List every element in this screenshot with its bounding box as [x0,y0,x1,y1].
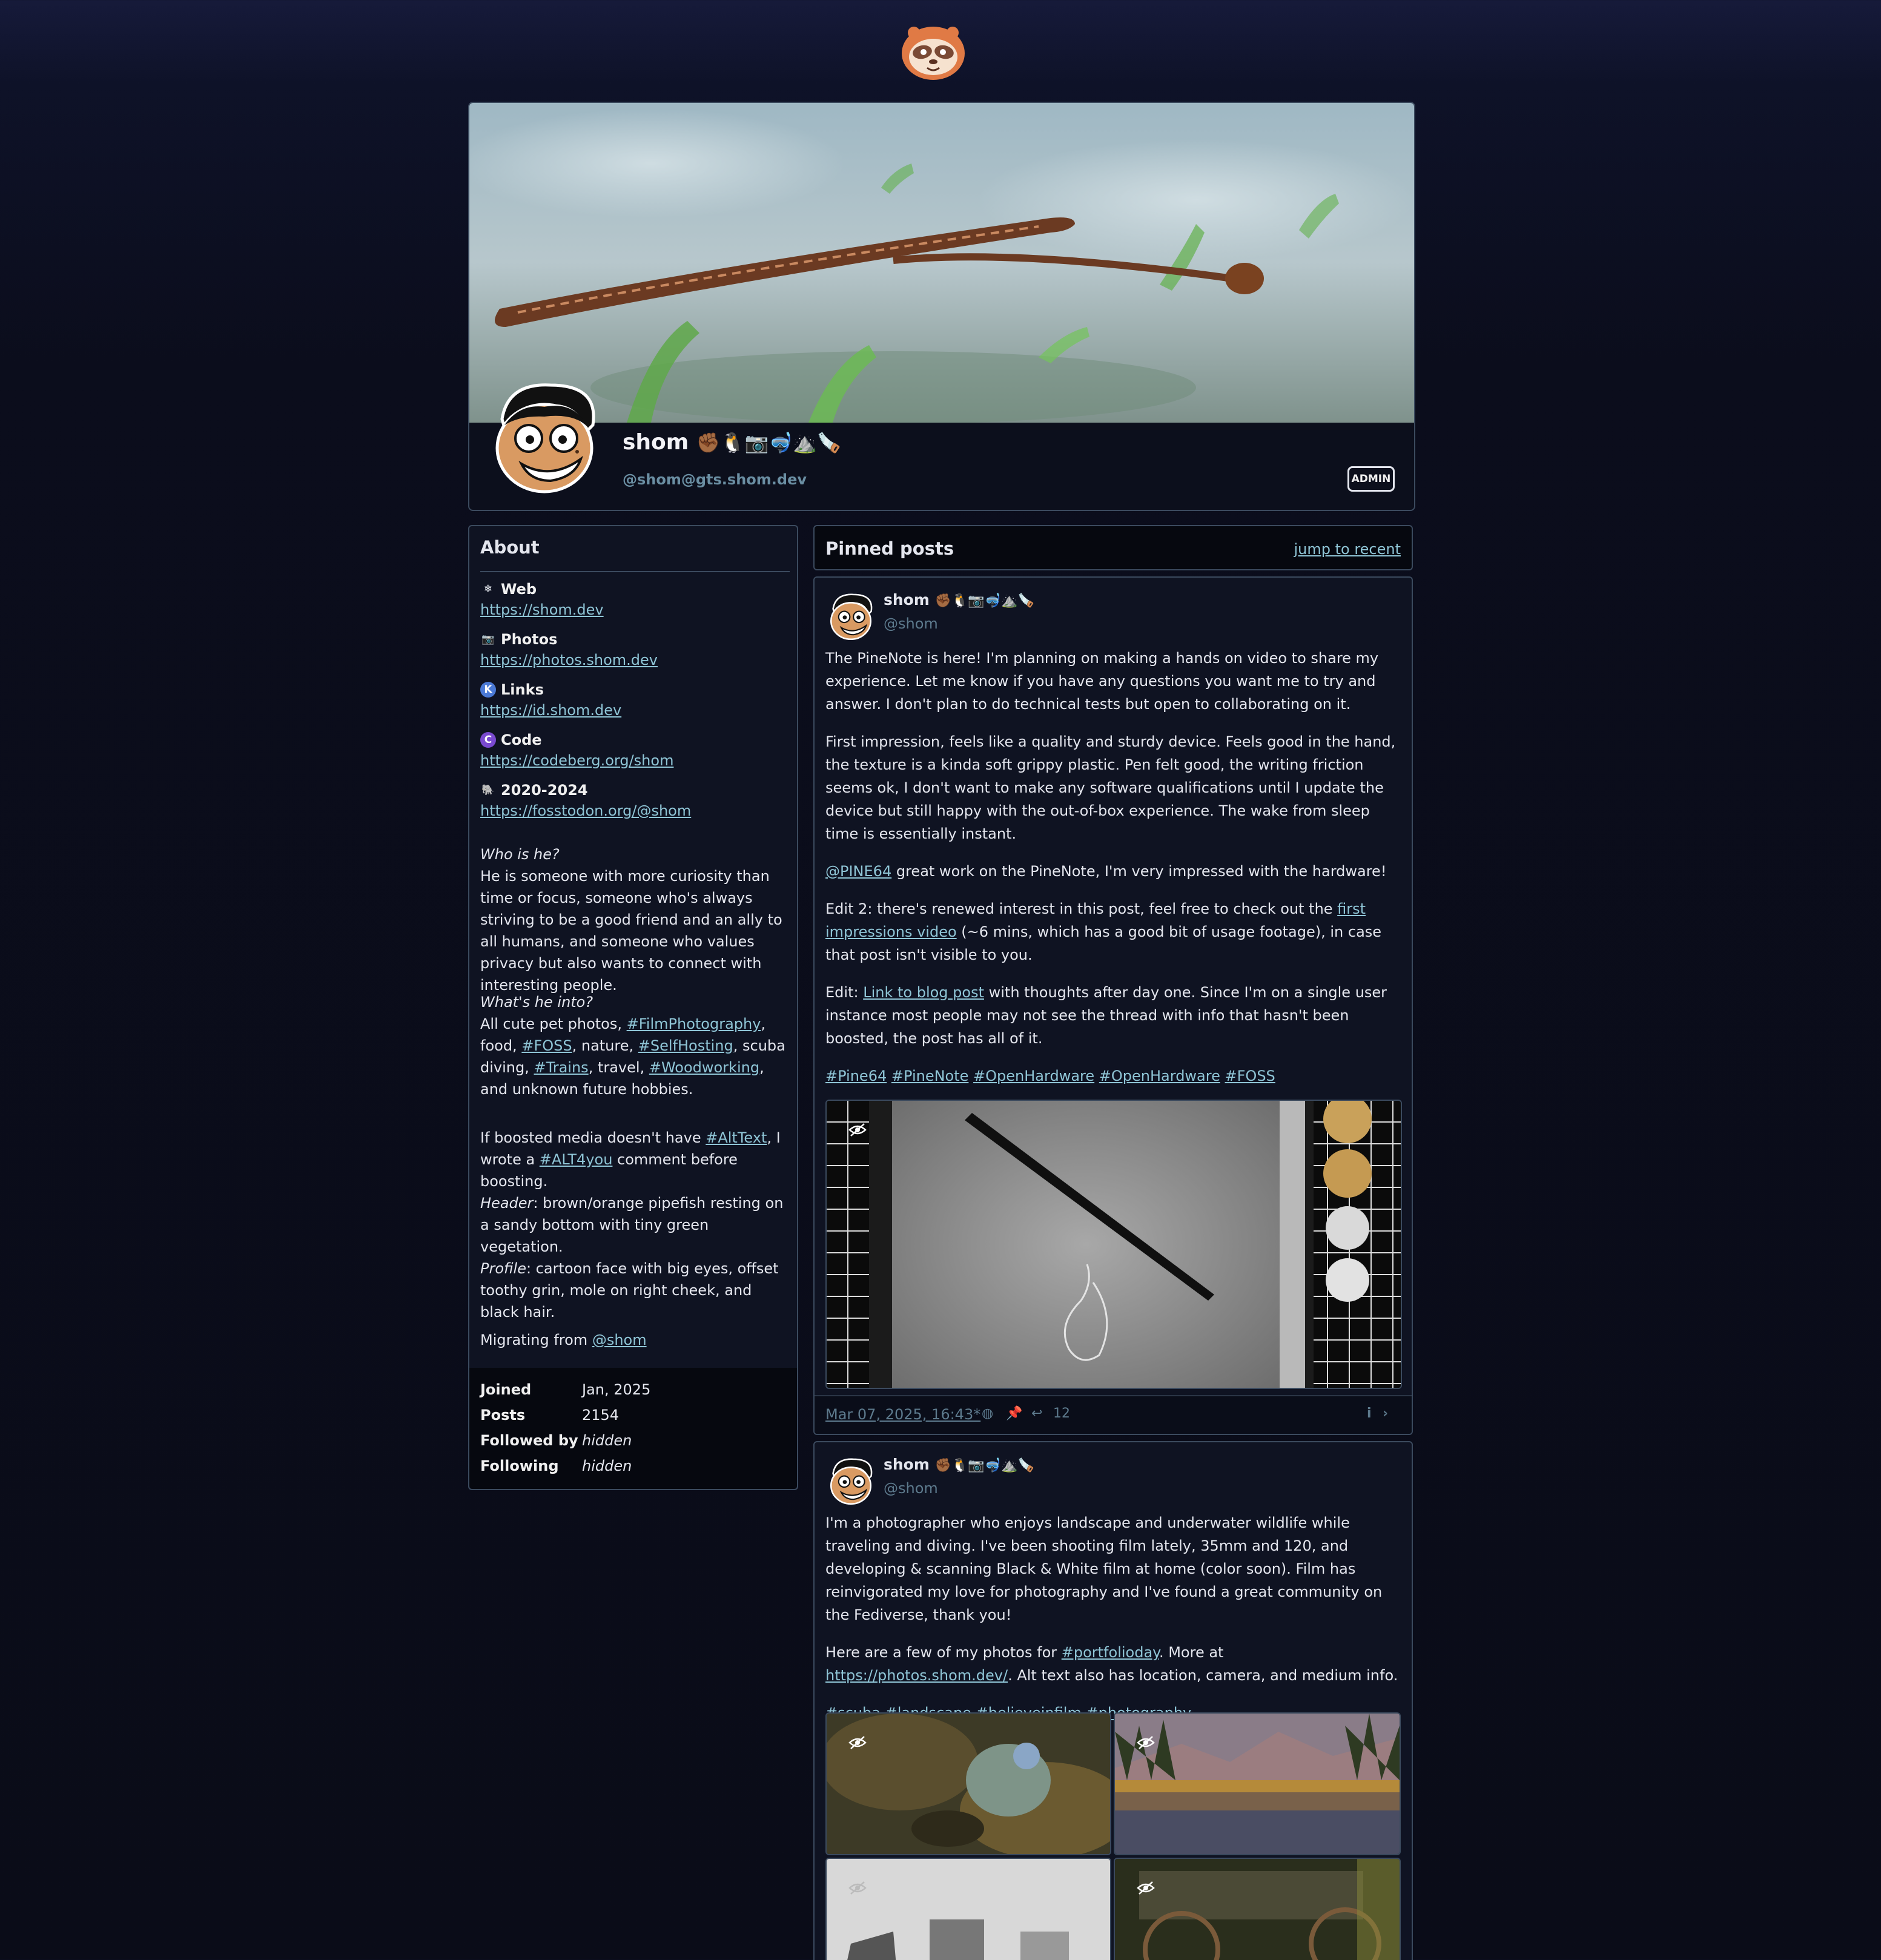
profile-header: shom ✊🏾🐧📷🤿⛰️🪚 @shom@gts.shom.dev ADMIN [468,102,1415,511]
bio-alt-text: If boosted media doesn't have #AltText, … [480,1129,784,1321]
hashtag-link[interactable]: #FOSS [1225,1067,1275,1084]
field-link-mastodon[interactable]: https://fosstodon.org/@shom [480,802,691,819]
hashtag-link[interactable]: #OpenHardware [973,1067,1094,1084]
info-icon[interactable]: i [1367,1406,1372,1421]
header-image-pipefish[interactable] [469,103,1414,423]
hide-media-eye-icon[interactable] [1137,1735,1155,1750]
hide-media-eye-icon[interactable] [848,1735,867,1750]
chevron-right-icon[interactable]: › [1383,1406,1388,1421]
status-media-image-wagon[interactable] [1114,1858,1401,1960]
migrating-link[interactable]: @shom [592,1331,647,1348]
field-label: 2020-2024 [501,782,588,799]
status-content: The PineNote is here! I'm planning on ma… [825,650,1396,1084]
status-avatar[interactable] [825,591,876,642]
bio-interests: What's he into? All cute pet photos, #Fi… [480,994,785,1098]
stat-followed-by: Followed by hidden [480,1432,632,1449]
hashtag-link[interactable]: #SelfHosting [638,1037,733,1054]
hashtag-link[interactable]: #portfolioday [1062,1644,1159,1661]
admin-role-badge: ADMIN [1347,466,1395,492]
hashtag-link[interactable]: #ALT4you [540,1151,613,1168]
bio-question: Who is he? [480,846,560,863]
profile-field-links: K Links https://id.shom.dev [480,679,789,720]
status-footer: Mar 07, 2025, 16:43* ◍ 📌 ↩ 12 i › [815,1395,1412,1434]
field-label: Web [501,581,537,598]
jump-to-recent-link[interactable]: jump to recent [1294,541,1401,558]
profile-field-web: ❄ Web https://shom.dev [480,578,789,619]
hashtag-link[interactable]: #OpenHardware [1099,1067,1220,1084]
hide-media-eye-icon[interactable] [848,1123,867,1137]
codeberg-icon: C [480,732,496,748]
hide-media-eye-icon[interactable] [1137,1881,1155,1895]
profile-display-name: shom ✊🏾🐧📷🤿⛰️🪚 [623,430,841,455]
bio-answer: He is someone with more curiosity than t… [480,868,782,994]
profile-fields: ❄ Web https://shom.dev 📷 Photos https://ph… [480,578,789,830]
wagon-photo [1115,1859,1400,1960]
status-avatar[interactable] [825,1456,876,1506]
status-media-image[interactable] [825,1100,1402,1389]
photos-site-link[interactable]: https://photos.shom.dev/ [825,1667,1008,1684]
hide-media-eye-icon[interactable] [848,1881,867,1895]
hashtag-link[interactable]: #FOSS [521,1037,572,1054]
hashtag-link[interactable]: #PineNote [891,1067,969,1084]
status-post[interactable]: shom ✊🏾🐧📷🤿⛰️🪚 @shom The PineNote is here… [813,576,1413,1435]
hashtag-link[interactable]: #AltText [706,1129,767,1146]
about-heading: About [480,537,540,558]
keyoxide-icon: K [480,682,496,698]
status-media-image-landscape[interactable] [1114,1712,1401,1855]
status-post[interactable]: shom ✊🏾🐧📷🤿⛰️🪚 @shom I'm a photographer w… [813,1441,1413,1960]
field-label: Code [501,731,542,748]
globe-visibility-icon: ◍ [982,1406,994,1421]
hashtag-link[interactable]: #Pine64 [825,1067,887,1084]
hashtag-link[interactable]: #FilmPhotography [627,1015,761,1032]
field-link-photos[interactable]: https://photos.shom.dev [480,652,658,668]
profile-field-code: C Code https://codeberg.org/shom [480,729,789,770]
field-label: Links [501,681,544,698]
mastodon-icon: 🐘 [481,784,495,796]
lake-landscape-photo [1115,1714,1400,1854]
about-divider [480,571,790,572]
account-stats: Joined Jan, 2025 Posts 2154 Followed by hid… [469,1368,797,1489]
reply-count: 12 [1053,1406,1070,1421]
status-media-image-scuba[interactable] [825,1712,1111,1855]
pinned-posts-header: Pinned posts jump to recent [813,525,1413,570]
about-panel: About ❄ Web https://shom.dev 📷 Photos http… [468,525,798,1490]
status-content: I'm a photographer who enjoys landscape … [825,1514,1398,1721]
field-link-links[interactable]: https://id.shom.dev [480,702,621,719]
stat-joined: Joined Jan, 2025 [480,1381,651,1398]
profile-field-photos: 📷 Photos https://photos.shom.dev [480,629,789,670]
field-label: Photos [501,631,558,648]
bio-question: What's he into? [480,994,593,1011]
status-author-name[interactable]: shom ✊🏾🐧📷🤿⛰️🪚 [884,591,1034,609]
stat-following: Following hidden [480,1457,632,1474]
camera-icon: 📷 [481,633,495,645]
field-link-code[interactable]: https://codeberg.org/shom [480,752,673,769]
reply-icon: ↩ [1031,1406,1043,1421]
underwater-photo [827,1714,1110,1854]
blog-post-link[interactable]: Link to blog post [863,984,984,1001]
hashtag-link[interactable]: #Woodworking [649,1059,759,1076]
pin-icon: 📌 [1006,1406,1023,1421]
profile-field-mastodon: 🐘 2020-2024 https://fosstodon.org/@shom [480,779,789,820]
hashtag-link[interactable]: #Trains [534,1059,588,1076]
bio-who: Who is he? He is someone with more curio… [480,843,789,996]
pinned-posts-title: Pinned posts [825,538,954,559]
status-media-image-architecture[interactable] [825,1858,1111,1960]
pinenote-photo [827,1101,1401,1388]
building-photo [827,1859,1110,1960]
status-author-name[interactable]: shom ✊🏾🐧📷🤿⛰️🪚 [884,1456,1034,1473]
status-author-handle[interactable]: @shom [884,615,938,632]
snowflake-icon: ❄ [483,583,493,595]
profile-avatar[interactable] [484,377,605,498]
instance-logo-sloth-icon[interactable] [901,21,966,81]
stat-posts: Posts 2154 [480,1407,620,1424]
profile-handle: @shom@gts.shom.dev [623,471,807,488]
status-timestamp-link[interactable]: Mar 07, 2025, 16:43* [825,1406,980,1423]
field-link-web[interactable]: https://shom.dev [480,601,604,618]
status-author-handle[interactable]: @shom [884,1480,938,1497]
bio-migrating: Migrating from @shom [480,1331,647,1348]
mention-link[interactable]: @PINE64 [825,863,891,880]
